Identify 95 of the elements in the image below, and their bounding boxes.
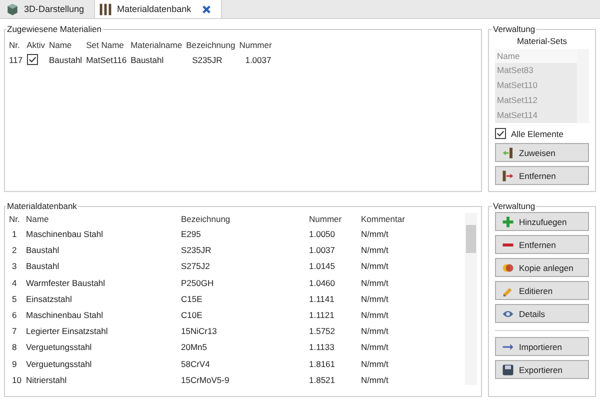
action-button[interactable]: Zuweisen	[495, 143, 589, 162]
table-cell-text: 15NiCr13	[181, 325, 218, 338]
table-cell-text: S275J2	[181, 260, 211, 274]
table-cell-text: N/mm/t	[361, 228, 390, 241]
table-cell-text: Verguetungsstahl	[26, 341, 93, 354]
table-cell-text: 1.0145	[309, 260, 336, 274]
table-cell-text: Maschinenbau Stahl	[26, 228, 104, 241]
table-cell-text: 1.8521	[309, 374, 336, 387]
scrollbar[interactable]	[465, 213, 477, 385]
action-button[interactable]: Editieren	[495, 281, 589, 300]
table-cell-text: 1.8161	[309, 358, 336, 370]
table-cell-text: E295	[181, 228, 202, 241]
table-cell: 117	[9, 54, 23, 64]
group-title: Verwaltung	[492, 24, 536, 34]
table-cell-text: 1.1133	[309, 341, 336, 354]
table-cell-text: 1.1121	[309, 308, 336, 322]
table-cell-text: C15E	[181, 292, 204, 306]
column-header: Bezeichnung	[181, 213, 232, 226]
table-cell-text: 7	[11, 325, 18, 338]
table-cell: Baustahl	[48, 54, 82, 64]
close-icon[interactable]	[202, 4, 212, 14]
action-button[interactable]: Entfernen	[495, 235, 589, 254]
action-button[interactable]: Kopie anlegen	[495, 258, 589, 277]
table-cell-text: 1.0037	[309, 244, 336, 258]
table-cell-text: Einsatzstahl	[26, 292, 73, 306]
table-cell-text: 5	[11, 292, 18, 306]
table-cell-text: 1.0050	[309, 228, 336, 241]
column-header: Nummer	[239, 40, 272, 50]
column-header: Nummer	[309, 213, 343, 226]
table-cell-text: Maschinenbau Stahl	[26, 308, 104, 322]
columns-icon	[99, 2, 112, 16]
table-cell-text: 1	[11, 228, 18, 241]
table-cell-text: S235JR	[181, 244, 212, 258]
column-header: Name	[26, 213, 50, 226]
column-header: Nr.	[9, 213, 21, 226]
table-cell-text: 1.5752	[309, 325, 336, 338]
table-cell-text: 2	[11, 244, 18, 258]
table-cell-text: C10E	[181, 308, 204, 322]
table-cell-text: N/mm/t	[361, 325, 390, 338]
table-cell-text: S235JR	[191, 54, 224, 64]
table-cell-text: 10	[11, 374, 22, 387]
table-cell-text: 1.0460	[309, 276, 336, 290]
table-cell-text: 58CrV4	[181, 358, 211, 370]
table-cell-text: Legierter Einsatzstahl	[26, 325, 109, 338]
group-title: Verwaltung	[492, 201, 536, 211]
action-button[interactable]: Hinzufuegen	[495, 212, 589, 231]
table-cell-text: 9	[11, 358, 18, 370]
table-cell-text: N/mm/t	[361, 341, 390, 354]
table-cell-text: Warmfester Baustahl	[26, 276, 106, 290]
table-cell-text: N/mm/t	[361, 308, 390, 322]
table-cell-text: 3	[11, 260, 18, 274]
action-button[interactable]: Details	[495, 304, 589, 323]
unassign-icon	[502, 170, 514, 182]
table-cell-text: N/mm/t	[361, 374, 390, 387]
table-cell-text: Baustahl	[26, 260, 60, 274]
column-header: Aktiv	[26, 40, 45, 50]
table-cell-text: 1.1141	[309, 292, 336, 306]
table-cell-text: N/mm/t	[361, 292, 390, 306]
table-cell-text: N/mm/t	[361, 244, 390, 258]
cube-icon	[6, 2, 19, 16]
table-cell-text: 15CrMoV5-9	[181, 374, 230, 387]
table-cell-text: P250GH	[181, 276, 215, 290]
table-cell-text: Baustahl	[130, 54, 165, 64]
table-cell-text: N/mm/t	[361, 358, 390, 370]
table-cell-text: Baustahl	[26, 244, 60, 258]
column-header: Bezeichnung	[186, 40, 236, 50]
table-cell-text: N/mm/t	[361, 276, 390, 290]
tab[interactable]: Materialdatenbank	[95, 0, 222, 18]
group-title: Zugewiesene Materialien	[6, 24, 102, 34]
plus-icon	[502, 216, 514, 228]
group-title: Materialdatenbank	[6, 201, 78, 211]
table-cell-text: N/mm/t	[361, 260, 390, 274]
table-cell: MatSet116	[86, 54, 127, 64]
list-title: Material-Sets	[516, 36, 568, 46]
checkbox[interactable]	[26, 54, 38, 65]
checkbox[interactable]	[495, 128, 506, 139]
column-header: Materialname	[130, 40, 182, 50]
table-cell-text: 6	[11, 308, 18, 322]
action-button[interactable]: Entfernen	[495, 166, 589, 185]
table-cell-text: Nitrierstahl	[26, 374, 68, 387]
column-header: Nr.	[9, 40, 21, 50]
table-cell-text: Verguetungsstahl	[26, 358, 93, 371]
column-header: Name	[48, 40, 73, 50]
table-cell-text: 20Mn5	[181, 341, 208, 354]
copy-icon	[502, 262, 514, 274]
column-header: Kommentar	[361, 213, 406, 226]
action-button[interactable]: Importieren	[495, 337, 589, 356]
column-header: Set Name	[86, 40, 125, 50]
table-cell-text: 8	[11, 341, 18, 354]
table-cell-text: 4	[11, 276, 18, 290]
table-cell-text: 1.0037	[244, 54, 272, 64]
assign-icon	[502, 146, 514, 158]
column-header: Name	[495, 49, 577, 63]
action-button[interactable]: Exportieren	[495, 360, 589, 379]
checkbox-label: Alle Elemente	[511, 128, 564, 138]
